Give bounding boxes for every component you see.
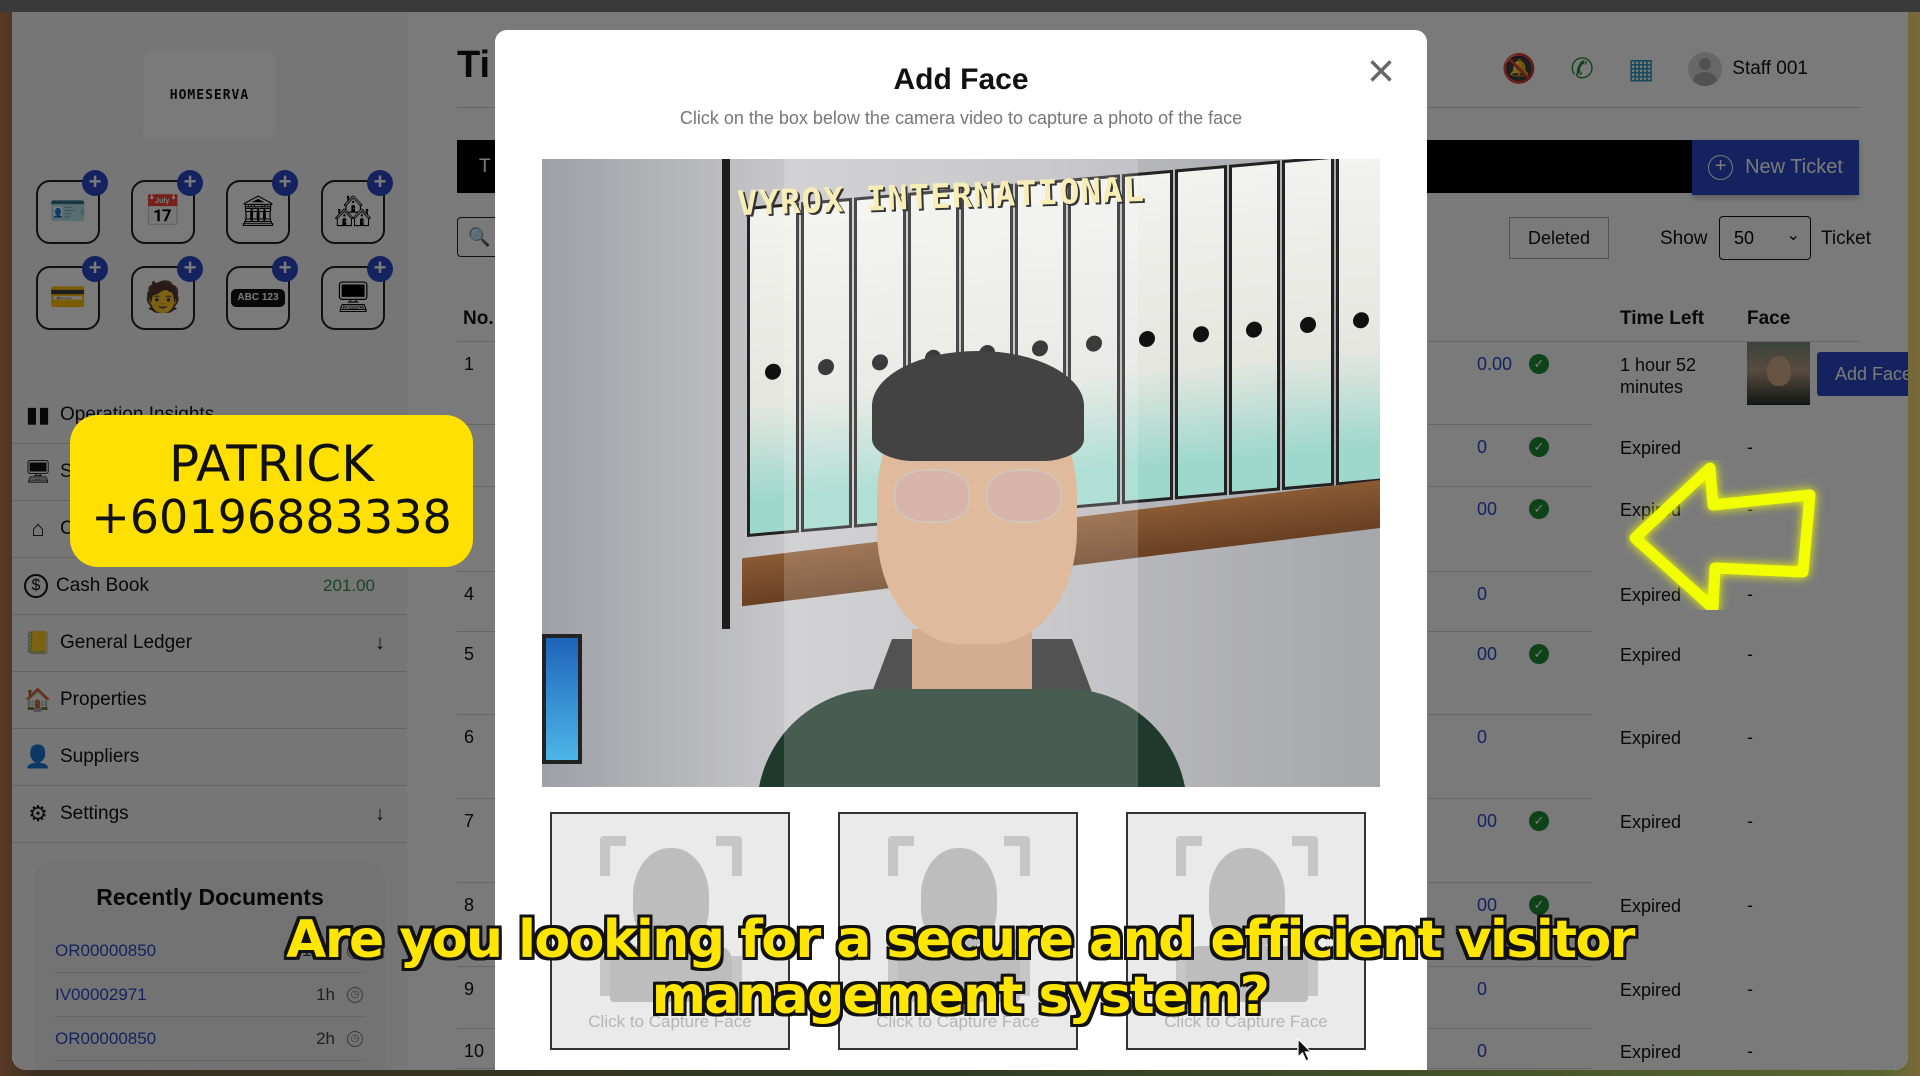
video-subtitle: Are you looking for a secure and efficie… xyxy=(0,912,1920,1024)
modal-title: Add Face xyxy=(893,63,1029,96)
video-face-guide xyxy=(784,159,1138,787)
modal-subtitle: Click on the box below the camera video … xyxy=(679,108,1243,128)
presenter-name: PATRICK xyxy=(168,435,374,493)
video-monitor xyxy=(542,634,582,764)
subtitle-line-2: management system? xyxy=(651,966,1270,1026)
presenter-name-card: PATRICK +60196883338 xyxy=(70,415,473,567)
camera-video[interactable]: VYROX INTERNATIONAL xyxy=(542,159,1380,787)
mouse-cursor-icon xyxy=(1297,1038,1313,1062)
subtitle-line-1: Are you looking for a secure and efficie… xyxy=(286,910,1635,970)
window-top-bar xyxy=(0,0,1920,12)
highlight-arrow-icon xyxy=(1629,462,1816,610)
close-button[interactable]: × xyxy=(1361,48,1401,96)
presenter-phone: +60196883338 xyxy=(91,490,452,544)
